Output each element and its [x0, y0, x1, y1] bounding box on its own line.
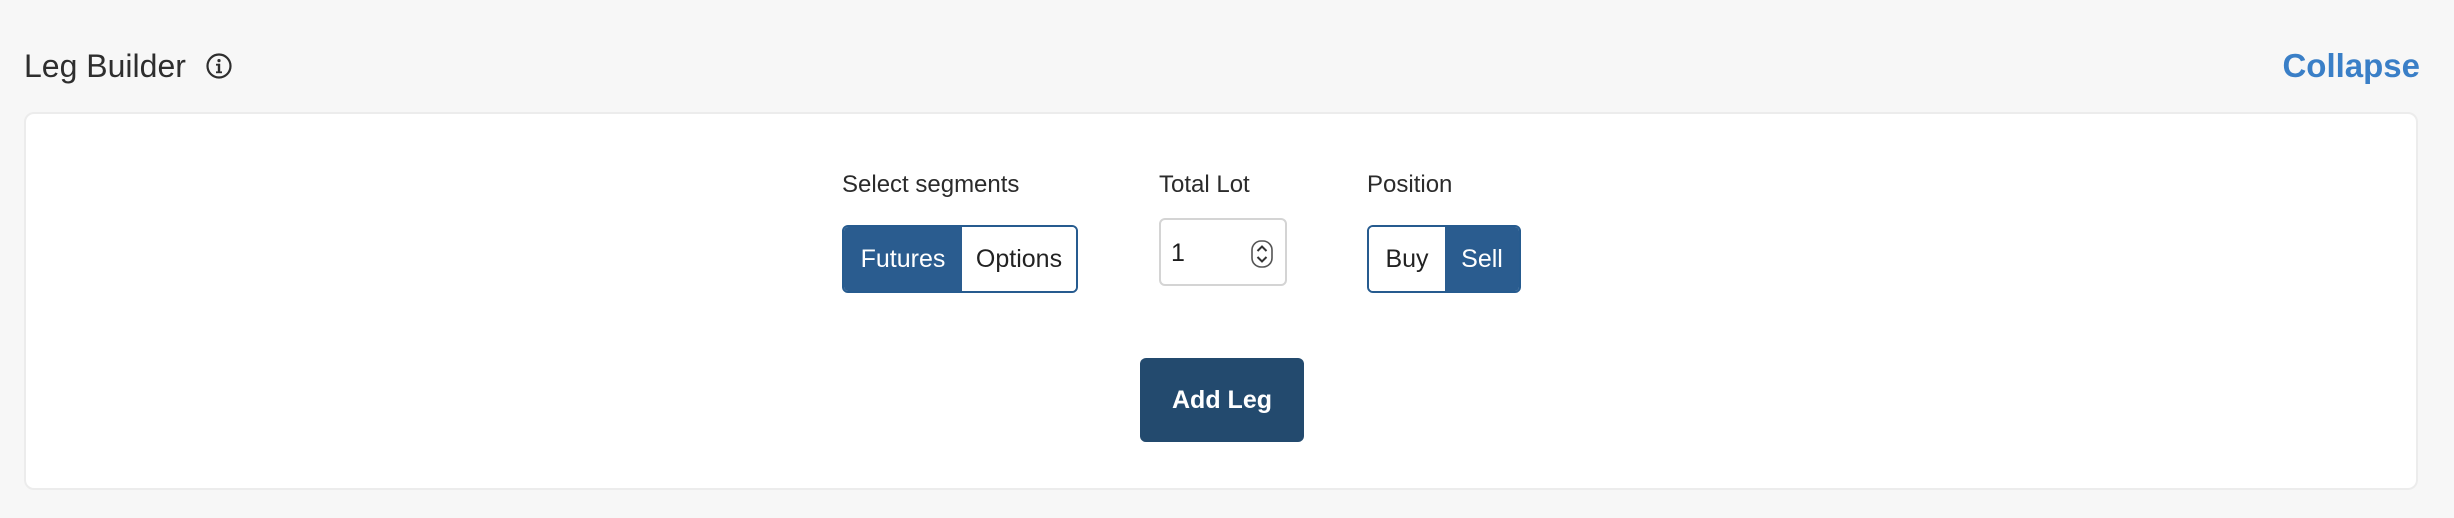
page-title: Leg Builder [24, 48, 186, 84]
total-lot-input[interactable]: 1 [1159, 218, 1287, 286]
info-circle-icon[interactable] [205, 52, 233, 80]
segment-options-button[interactable]: Options [962, 227, 1076, 291]
collapse-link[interactable]: Collapse [2282, 46, 2420, 86]
position-toggle: Buy Sell [1367, 225, 1521, 293]
position-sell-button[interactable]: Sell [1445, 227, 1519, 291]
number-spinner-icon[interactable] [1251, 240, 1273, 268]
total-lot-value: 1 [1171, 239, 1185, 267]
total-lot-label: Total Lot [1159, 171, 1250, 198]
position-label: Position [1367, 171, 1453, 198]
leg-builder-header: Leg Builder [24, 46, 233, 86]
segment-toggle: Futures Options [842, 225, 1078, 293]
segment-futures-button[interactable]: Futures [844, 227, 962, 291]
position-buy-button[interactable]: Buy [1369, 227, 1445, 291]
add-leg-button[interactable]: Add Leg [1140, 358, 1304, 442]
select-segments-label: Select segments [842, 171, 1020, 198]
